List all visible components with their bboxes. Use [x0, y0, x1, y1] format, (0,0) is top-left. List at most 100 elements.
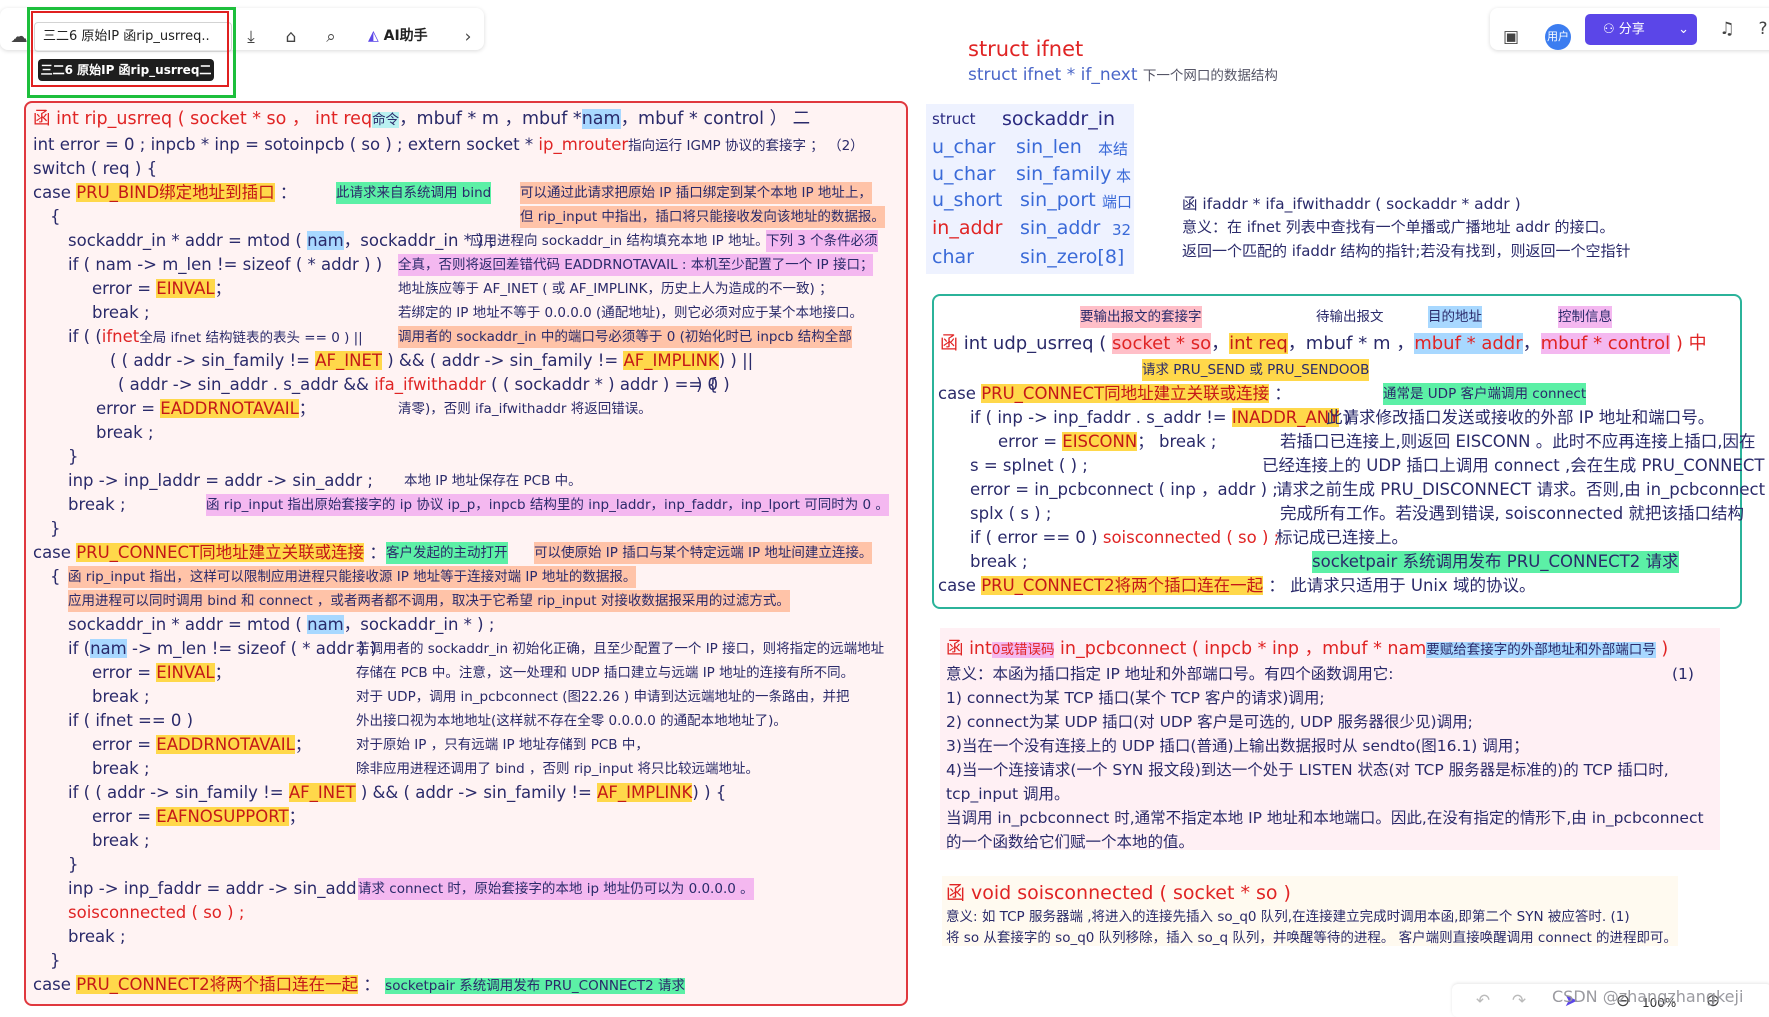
pcbconnect-item: 1) connect为某 TCP 插口(某个 TCP 客户的请求)调用; — [946, 689, 1325, 707]
udp-case-connect: case PRU_CONNECT同地址建立关联或连接 ： — [938, 384, 1291, 403]
note: 除非应用进程还调用了 bind ，否则 rip_input 将只比较远端地址。 — [356, 761, 759, 777]
note: 应用进程可以同时调用 bind 和 connect ，或者两者都不调用，取决于它… — [68, 590, 790, 612]
note: 此请求修改插口发送或接收的外部 IP 地址和端口号。 — [1326, 408, 1715, 427]
code: break ; — [92, 687, 150, 706]
sockaddr-in-struct: struct sockaddr_in u_char sin_len 本结 u_c… — [926, 104, 1134, 274]
udp-label-addr: 目的地址 — [1428, 306, 1482, 328]
code: if ( ifnet == 0 ) — [68, 711, 194, 730]
redo-icon[interactable]: ↷ — [1508, 990, 1530, 1012]
pcbconnect-item: 的一个函数给它们赋一个本地的值。 — [946, 833, 1195, 851]
udp-label-control: 控制信息 — [1558, 306, 1612, 328]
note: 全真，否则将返回差错代码 EADDRNOTAVAIL : 本机至少配置了一个 I… — [398, 254, 874, 276]
code: ) { — [696, 375, 719, 394]
brace: } — [50, 951, 61, 970]
tag-icon[interactable]: ⌂ — [280, 26, 302, 48]
pcbconnect-item: 4)当一个连接请求(一个 SYN 报文段)到达一个处于 LISTEN 状态(对 … — [946, 761, 1669, 779]
ifnet-subtitle: struct ifnet * if_next 下一个网口的数据结构 — [968, 65, 1278, 85]
briefcase-icon[interactable]: ▣ — [1500, 26, 1522, 48]
ifa-ifwithaddr-desc1: 意义：在 ifnet 列表中查找有一个单播或广播地址 addr 的接口。 — [1182, 218, 1615, 236]
code: splx ( s ) ; — [970, 504, 1052, 523]
note: 函 rip_input 指出，这样可以限制应用进程只能接收源 IP 地址等于连接… — [68, 566, 637, 588]
note: 存储在 PCB 中。注意，这一处理和 UDP 插口建立与远端 IP 地址的连接有… — [356, 665, 855, 681]
code: error = EADDRNOTAVAIL； — [92, 735, 312, 754]
code: error = in_pcbconnect ( inp ，addr ) ; — [970, 480, 1278, 499]
rip-bind-desc1: 可以通过此请求把原始 IP 插口绑定到某个本地 IP 地址上， — [520, 182, 872, 204]
rip-bind-desc2: 但 rip_input 中指出，插口将只能接收发向该地址的数据报。 — [520, 206, 885, 228]
rip-line-decl: int error = 0 ; inpcb * inp = sotoinpcb … — [33, 135, 864, 154]
note: 外出接口视为本地地址(这样就不存在全零 0.0.0.0 的通配本地地址了)。 — [356, 713, 787, 729]
note: 若绑定的 IP 地址不等于 0.0.0.0 (通配地址)，则它必须对应于某个本地… — [398, 305, 864, 321]
chevron-right-icon[interactable]: › — [457, 26, 479, 48]
ai-assistant-button[interactable]: ◭ AI助手 — [368, 25, 428, 45]
note: 完成所有工作。若没遇到错误, soisconnected 就把该插口结构 — [1280, 504, 1745, 523]
code: error = EISCONN； break ; — [998, 432, 1217, 451]
code: error = EAFNOSUPPORT； — [92, 807, 306, 826]
avatar[interactable]: 用户 — [1545, 24, 1571, 50]
note: 应用进程向 sockaddr_in 结构填充本地 IP 地址。 — [470, 233, 769, 249]
note: 已经连接上的 UDP 插口上调用 connect ,会在生成 PRU_CONNE… — [1262, 456, 1765, 475]
soisconnected-desc2: 将 so 从套接字的 so_q0 队列移除，插入 so_q 队列，并唤醒等待的进… — [946, 930, 1678, 946]
pcbconnect-item: 当调用 in_pcbconnect 时,通常不指定本地 IP 地址和本地端口。因… — [946, 809, 1704, 827]
ifnet-title: struct ifnet — [968, 37, 1084, 61]
code: sockaddr_in * addr = mtod ( nam，sockaddr… — [68, 615, 495, 634]
ai-label: AI助手 — [383, 28, 428, 44]
note: socketpair 系统调用发布 PRU_CONNECT2 请求 — [1312, 551, 1679, 573]
code: if ( ( addr -> sin_family != AF_INET ) &… — [68, 783, 727, 802]
code: ( addr -> sin_addr . s_addr && ifa_ifwit… — [118, 375, 730, 394]
code: break ; — [92, 303, 150, 322]
user-add-icon: ⚇ — [1603, 22, 1619, 37]
help-icon[interactable]: ? — [1752, 18, 1769, 40]
pcbconnect-item: 3)当在一个没有连接上的 UDP 插口(普通)上输出数据报时从 sendto(图… — [946, 737, 1529, 755]
watermark: CSDN @zhangzhangkeji — [1552, 987, 1744, 1006]
code: soisconnected ( so ) ; — [68, 903, 245, 922]
rip-case-connect: case PRU_CONNECT同地址建立关联或连接 ： — [33, 543, 386, 562]
code: if ( inp -> inp_faddr . s_addr != INADDR… — [970, 408, 1351, 427]
pcbconnect-signature: 函 int0或错误码 in_pcbconnect ( inpcb * inp ，… — [946, 639, 1669, 659]
code: } — [68, 855, 79, 874]
title-tooltip: 三二6 原始IP 函rip_usrreq二 — [38, 59, 214, 81]
note: 下列 3 个条件必须 — [766, 230, 878, 252]
udp-label-msg: 待输出报文 — [1316, 309, 1384, 325]
note: 若调用者的 sockaddr_in 初始化正确，且至少配置了一个 IP 接口，则… — [356, 641, 885, 657]
rip-signature: 函 int rip_usrreq ( socket * so ， int req… — [33, 109, 811, 129]
bell-icon[interactable]: ♫ — [1716, 18, 1738, 40]
note: 本地 IP 地址保存在 PCB 中。 — [404, 473, 582, 489]
note: 请求之前生成 PRU_DISCONNECT 请求。否则,由 in_pcbconn… — [1276, 480, 1766, 499]
code: } — [68, 447, 79, 466]
pcbconnect-num: (1) — [1672, 665, 1694, 683]
code: break ; — [92, 831, 150, 850]
search-icon[interactable]: ⌕ — [320, 26, 342, 48]
rip-switch: switch ( req ) { — [33, 159, 158, 178]
share-label: 分享 — [1618, 22, 1645, 37]
pcbconnect-item: tcp_input 调用。 — [946, 785, 1070, 803]
code: if (nam -> m_len != sizeof ( * addr ) ) — [68, 639, 377, 658]
note: 可以使原始 IP 插口与某个特定远端 IP 地址间建立连接。 — [534, 542, 873, 564]
undo-icon[interactable]: ↶ — [1472, 990, 1494, 1012]
rip-case-connect2: case PRU_CONNECT2将两个插口连在一起 ： socketpair … — [33, 975, 686, 994]
code: break ; — [68, 495, 126, 514]
rip-case-bind: case PRU_BIND绑定地址到插口 ： — [33, 183, 297, 202]
brace: { — [50, 567, 61, 586]
code: error = EINVAL； — [92, 279, 232, 298]
note: 对于 UDP，调用 in_pcbconnect (图22.26 ) 申请到达远端… — [356, 689, 850, 705]
note: 客户发起的主动打开 — [386, 542, 508, 564]
note: 对于原始 IP ，只有远端 IP 地址存储到 PCB 中， — [356, 737, 649, 753]
code: break ; — [68, 927, 126, 946]
code: break ; — [96, 423, 154, 442]
code: break ; — [92, 759, 150, 778]
udp-req-note: 请求 PRU_SEND 或 PRU_SENDOOB — [1142, 359, 1370, 381]
note: 调用者的 sockaddr_in 中的端口号必须等于 0 (初始化时已 inpc… — [398, 326, 852, 348]
ifa-ifwithaddr-desc2: 返回一个匹配的 ifaddr 结构的指针;若没有找到，则返回一个空指针 — [1182, 242, 1631, 260]
code: s = splnet ( ) ; — [970, 456, 1088, 475]
code: break ; — [970, 552, 1028, 571]
code: inp -> inp_faddr = addr -> sin_addr ; — [68, 879, 375, 898]
rip-mtod-1: sockaddr_in * addr = mtod ( nam，sockaddr… — [68, 231, 495, 250]
pcbconnect-desc: 意义：本函为插口指定 IP 地址和外部端口号。有四个函数调用它: — [946, 665, 1394, 683]
code: if ( (ifnet全局 ifnet 结构链表的表头 == 0 ) || — [68, 327, 363, 346]
brace: } — [50, 519, 61, 538]
brace: { — [50, 207, 61, 226]
chevron-down-icon[interactable]: ⌄ — [1678, 14, 1689, 45]
share-button[interactable]: ⚇ 分享 ⌄ — [1585, 14, 1697, 45]
download-icon[interactable]: ⤓ — [240, 26, 262, 48]
udp-label-socket: 要输出报文的套接字 — [1080, 306, 1202, 328]
